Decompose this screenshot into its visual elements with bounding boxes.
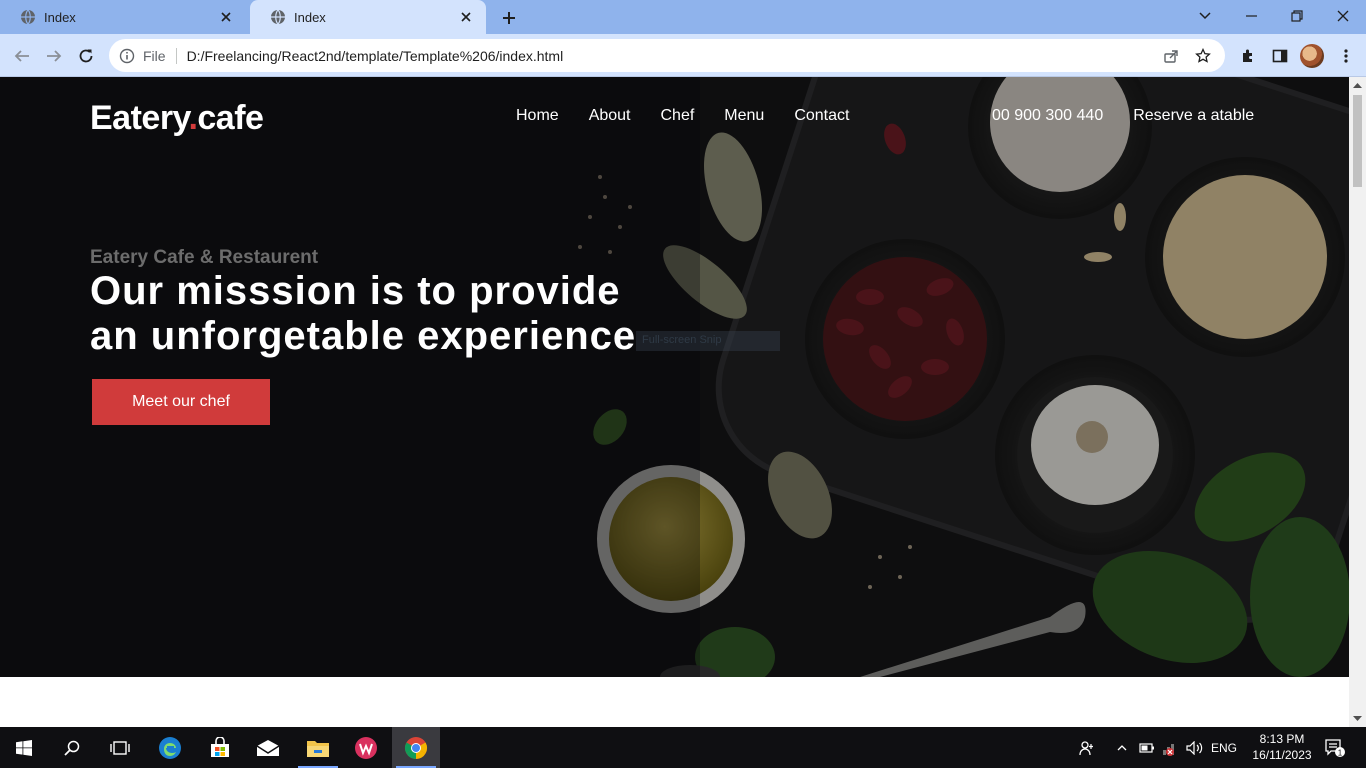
site-info-icon[interactable]: [119, 48, 135, 64]
header-actions: 00 900 300 440 Reserve a atable: [992, 107, 1254, 125]
close-tab-icon[interactable]: [458, 9, 474, 25]
clock-date: 16/11/2023: [1252, 748, 1312, 762]
search-icon[interactable]: [48, 727, 96, 768]
file-explorer-icon[interactable]: [294, 727, 342, 768]
meet-our-chef-button[interactable]: Meet our chef: [92, 379, 270, 425]
bookmark-star-icon[interactable]: [1187, 42, 1219, 70]
new-tab-button[interactable]: [498, 7, 520, 29]
scroll-up-arrow-icon[interactable]: [1353, 81, 1362, 90]
close-tab-icon[interactable]: [218, 9, 234, 25]
notification-center-icon[interactable]: 1: [1320, 727, 1350, 768]
nav-home[interactable]: Home: [516, 107, 559, 125]
close-window-button[interactable]: [1320, 0, 1366, 32]
scroll-down-arrow-icon[interactable]: [1353, 714, 1362, 723]
nav-contact[interactable]: Contact: [794, 107, 849, 125]
show-hidden-icons-icon[interactable]: [1112, 727, 1132, 768]
logo-text-part2: cafe: [197, 99, 264, 137]
globe-icon: [21, 9, 35, 25]
tab-title: Index: [294, 9, 326, 25]
share-icon[interactable]: [1155, 42, 1187, 70]
tab-strip: Index Index: [0, 0, 1366, 34]
profile-avatar[interactable]: [1300, 44, 1324, 68]
restore-button[interactable]: [1274, 0, 1320, 32]
headline-line-2: an unforgetable experience: [90, 314, 637, 358]
tab-search-icon[interactable]: [1182, 0, 1228, 32]
divider: [175, 47, 177, 64]
menu-kebab-icon[interactable]: [1332, 42, 1360, 70]
scheme-label: File: [143, 47, 166, 64]
hero-section: Eatery.cafe Home About Chef Menu Contact…: [0, 77, 1349, 677]
task-view-icon[interactable]: [96, 727, 144, 768]
system-clock[interactable]: 8:13 PM 16/11/2023: [1244, 731, 1320, 763]
nav-chef[interactable]: Chef: [661, 107, 695, 125]
tab-index-2[interactable]: Index: [250, 0, 486, 34]
tab-title: Index: [44, 9, 76, 25]
url-text[interactable]: D:/Freelancing/React2nd/template/Templat…: [187, 48, 1155, 64]
language-indicator[interactable]: ENG: [1208, 727, 1240, 768]
app-icon[interactable]: [342, 727, 390, 768]
people-icon[interactable]: [1074, 727, 1100, 768]
forward-button[interactable]: [40, 42, 68, 70]
hero-eyebrow: Eatery Cafe & Restaurent: [90, 247, 319, 268]
address-bar[interactable]: File D:/Freelancing/React2nd/template/Te…: [109, 39, 1225, 72]
edge-icon[interactable]: [146, 727, 194, 768]
scroll-thumb[interactable]: [1353, 95, 1362, 187]
volume-icon[interactable]: [1184, 727, 1206, 768]
chrome-icon[interactable]: [392, 727, 440, 768]
battery-icon[interactable]: [1136, 727, 1158, 768]
headline-line-1: Our misssion is to provide: [90, 269, 621, 313]
windows-start-icon[interactable]: [0, 727, 48, 768]
windows-taskbar: ENG 8:13 PM 16/11/2023 1: [0, 727, 1366, 768]
side-panel-icon[interactable]: [1266, 42, 1294, 70]
reserve-table-link[interactable]: Reserve a atable: [1133, 107, 1254, 125]
nav-about[interactable]: About: [589, 107, 631, 125]
mail-icon[interactable]: [244, 727, 292, 768]
clock-time: 8:13 PM: [1259, 732, 1305, 746]
page-viewport: Eatery.cafe Home About Chef Menu Contact…: [0, 77, 1349, 727]
phone-number[interactable]: 00 900 300 440: [992, 107, 1103, 125]
store-icon[interactable]: [196, 727, 244, 768]
main-nav: Home About Chef Menu Contact: [516, 107, 849, 125]
page-scrollbar[interactable]: [1349, 77, 1366, 727]
back-button[interactable]: [8, 42, 36, 70]
tab-index-1[interactable]: Index: [0, 0, 246, 34]
snip-overlay-hint: Full-screen Snip: [636, 331, 780, 351]
minimize-button[interactable]: [1228, 0, 1274, 32]
logo-text-part1: Eatery: [90, 99, 189, 137]
notification-count: 1: [1338, 748, 1343, 757]
site-logo[interactable]: Eatery.cafe: [90, 99, 264, 138]
reload-button[interactable]: [72, 42, 100, 70]
network-disconnected-icon[interactable]: [1160, 727, 1182, 768]
nav-menu[interactable]: Menu: [724, 107, 764, 125]
globe-icon: [271, 9, 285, 25]
browser-toolbar: File D:/Freelancing/React2nd/template/Te…: [0, 34, 1366, 77]
hero-background-image: [0, 77, 1349, 677]
hero-headline: Our misssion is to provide an unforgetab…: [90, 269, 636, 359]
extensions-icon[interactable]: [1234, 42, 1262, 70]
